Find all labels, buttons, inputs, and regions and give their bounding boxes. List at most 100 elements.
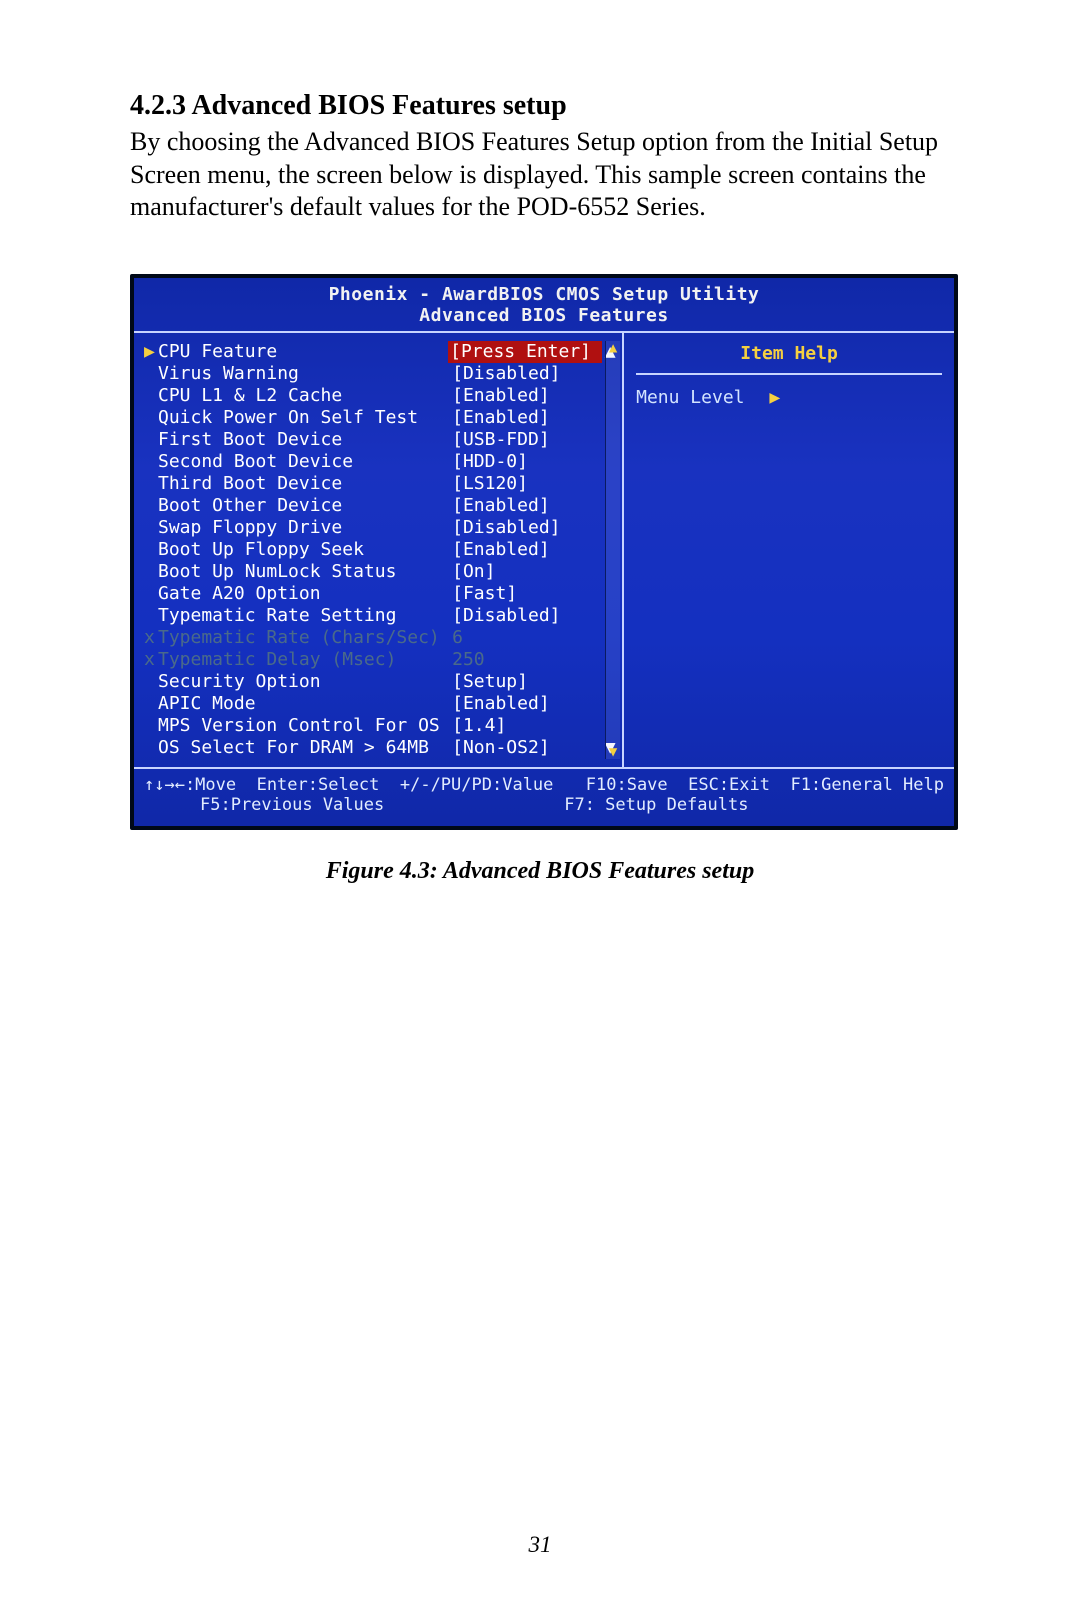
option-marker bbox=[144, 517, 158, 539]
option-marker bbox=[144, 473, 158, 495]
bios-option-row[interactable]: Gate A20 Option[Fast] bbox=[144, 583, 618, 605]
bios-option-row[interactable]: Boot Up NumLock Status[On] bbox=[144, 561, 618, 583]
bios-option-value[interactable]: [Enabled] bbox=[452, 495, 602, 517]
bios-screenshot-frame: Phoenix - AwardBIOS CMOS Setup Utility A… bbox=[130, 274, 958, 830]
option-marker bbox=[144, 737, 158, 759]
bios-option-row[interactable]: Boot Other Device[Enabled] bbox=[144, 495, 618, 517]
bios-option-value[interactable]: [Fast] bbox=[452, 583, 602, 605]
section-heading: 4.2.3 Advanced BIOS Features setup bbox=[130, 90, 950, 122]
bios-option-value[interactable]: [Enabled] bbox=[452, 539, 602, 561]
bios-option-row[interactable]: Swap Floppy Drive[Disabled] bbox=[144, 517, 618, 539]
bios-option-label: MPS Version Control For OS bbox=[158, 715, 452, 737]
bios-option-value[interactable]: [Non-OS2] bbox=[452, 737, 602, 759]
option-marker bbox=[144, 385, 158, 407]
bios-option-label: First Boot Device bbox=[158, 429, 452, 451]
scroll-down-icon[interactable]: ▼ bbox=[606, 745, 620, 759]
bios-option-label: Quick Power On Self Test bbox=[158, 407, 452, 429]
option-marker bbox=[144, 671, 158, 693]
option-marker bbox=[144, 583, 158, 605]
bios-option-value[interactable]: [Enabled] bbox=[452, 407, 602, 429]
bios-option-value[interactable]: [Disabled] bbox=[452, 363, 602, 385]
bios-option-label: Security Option bbox=[158, 671, 452, 693]
bios-option-value[interactable]: [On] bbox=[452, 561, 602, 583]
option-marker bbox=[144, 539, 158, 561]
document-page: 4.2.3 Advanced BIOS Features setup By ch… bbox=[0, 0, 1080, 1618]
option-marker bbox=[144, 605, 158, 627]
bios-option-row[interactable]: Second Boot Device[HDD-0] bbox=[144, 451, 618, 473]
bios-option-label: Typematic Rate Setting bbox=[158, 605, 452, 627]
bios-option-label: Boot Other Device bbox=[158, 495, 452, 517]
bios-option-row[interactable]: Quick Power On Self Test[Enabled] bbox=[144, 407, 618, 429]
bios-option-row[interactable]: APIC Mode[Enabled] bbox=[144, 693, 618, 715]
bios-screen: Phoenix - AwardBIOS CMOS Setup Utility A… bbox=[134, 278, 954, 826]
bios-option-value[interactable]: [USB-FDD] bbox=[452, 429, 602, 451]
bios-footer: ↑↓→←:Move Enter:Select +/-/PU/PD:Value F… bbox=[134, 769, 954, 826]
bios-title-line-1: Phoenix - AwardBIOS CMOS Setup Utility bbox=[134, 284, 954, 306]
bios-option-row[interactable]: OS Select For DRAM > 64MB[Non-OS2] ▼ bbox=[144, 737, 618, 759]
bios-option-label: Typematic Rate (Chars/Sec) bbox=[158, 627, 452, 649]
body-paragraph: By choosing the Advanced BIOS Features S… bbox=[130, 126, 950, 224]
bios-option-label: Boot Up NumLock Status bbox=[158, 561, 452, 583]
footer-f7-hint: F7: Setup Defaults bbox=[564, 795, 748, 816]
bios-option-label: Gate A20 Option bbox=[158, 583, 452, 605]
bios-option-value: 250 bbox=[452, 649, 602, 671]
figure-caption: Figure 4.3: Advanced BIOS Features setup bbox=[130, 858, 950, 885]
bios-option-label: Swap Floppy Drive bbox=[158, 517, 452, 539]
option-marker bbox=[144, 693, 158, 715]
menu-level-arrow-icon: ▶ bbox=[769, 387, 780, 408]
bios-option-value[interactable]: [LS120] bbox=[452, 473, 602, 495]
bios-option-row: xTypematic Rate (Chars/Sec)6 bbox=[144, 627, 618, 649]
bios-option-label: OS Select For DRAM > 64MB bbox=[158, 737, 452, 759]
disabled-marker-icon: x bbox=[144, 627, 158, 649]
bios-option-row[interactable]: First Boot Device[USB-FDD] bbox=[144, 429, 618, 451]
bios-scrollbar[interactable]: ▲ ▼ bbox=[605, 341, 620, 758]
bios-option-row: xTypematic Delay (Msec)250 bbox=[144, 649, 618, 671]
bios-option-value[interactable]: [Enabled] bbox=[452, 385, 602, 407]
menu-level-label: Menu Level ▶ bbox=[636, 387, 942, 409]
option-marker bbox=[144, 451, 158, 473]
bios-option-label: Third Boot Device bbox=[158, 473, 452, 495]
bios-option-value[interactable]: [Press Enter] bbox=[448, 341, 602, 363]
bios-option-label: CPU L1 & L2 Cache bbox=[158, 385, 452, 407]
footer-f5-hint: F5:Previous Values bbox=[200, 795, 384, 816]
footer-nav-hint-left: ↑↓→←:Move Enter:Select +/-/PU/PD:Value bbox=[144, 775, 553, 796]
bios-option-label: APIC Mode bbox=[158, 693, 452, 715]
bios-header: Phoenix - AwardBIOS CMOS Setup Utility A… bbox=[134, 278, 954, 332]
bios-title-line-2: Advanced BIOS Features bbox=[134, 305, 954, 327]
bios-option-value[interactable]: [Enabled] bbox=[452, 693, 602, 715]
option-marker bbox=[144, 715, 158, 737]
bios-option-value[interactable]: [1.4] bbox=[452, 715, 602, 737]
bios-option-row[interactable]: Virus Warning[Disabled] bbox=[144, 363, 618, 385]
bios-options-pane: ▶CPU Feature[Press Enter] ▲ Virus Warning… bbox=[134, 333, 624, 766]
bios-option-value[interactable]: [HDD-0] bbox=[452, 451, 602, 473]
bios-option-row[interactable]: Security Option[Setup] bbox=[144, 671, 618, 693]
bios-option-row[interactable]: Typematic Rate Setting[Disabled] bbox=[144, 605, 618, 627]
bios-option-label: Typematic Delay (Msec) bbox=[158, 649, 452, 671]
bios-option-value[interactable]: [Disabled] bbox=[452, 605, 602, 627]
bios-body: ▶CPU Feature[Press Enter]▲ Virus Warning… bbox=[134, 331, 954, 768]
bios-option-value[interactable]: [Setup] bbox=[452, 671, 602, 693]
option-marker bbox=[144, 363, 158, 385]
bios-option-label: Boot Up Floppy Seek bbox=[158, 539, 452, 561]
option-marker bbox=[144, 495, 158, 517]
bios-option-row[interactable]: Third Boot Device[LS120] bbox=[144, 473, 618, 495]
bios-option-row[interactable]: MPS Version Control For OS[1.4] bbox=[144, 715, 618, 737]
menu-level-text: Menu Level bbox=[636, 387, 744, 408]
option-marker bbox=[144, 407, 158, 429]
bios-option-value: 6 bbox=[452, 627, 602, 649]
bios-option-row[interactable]: Boot Up Floppy Seek[Enabled] bbox=[144, 539, 618, 561]
bios-option-label: Virus Warning bbox=[158, 363, 452, 385]
bios-option-row[interactable]: ▶CPU Feature[Press Enter] ▲ bbox=[144, 341, 618, 363]
option-marker bbox=[144, 429, 158, 451]
triangle-marker-icon: ▶ bbox=[144, 341, 158, 363]
disabled-marker-icon: x bbox=[144, 649, 158, 671]
bios-option-label: CPU Feature bbox=[158, 341, 448, 363]
bios-option-row[interactable]: CPU L1 & L2 Cache[Enabled] bbox=[144, 385, 618, 407]
bios-help-pane: Item Help Menu Level ▶ bbox=[624, 333, 954, 766]
scroll-up-icon[interactable]: ▲ bbox=[606, 341, 620, 355]
bios-option-value[interactable]: [Disabled] bbox=[452, 517, 602, 539]
bios-option-label: Second Boot Device bbox=[158, 451, 452, 473]
item-help-title: Item Help bbox=[636, 343, 942, 375]
option-marker bbox=[144, 561, 158, 583]
page-number: 31 bbox=[0, 1532, 1080, 1558]
